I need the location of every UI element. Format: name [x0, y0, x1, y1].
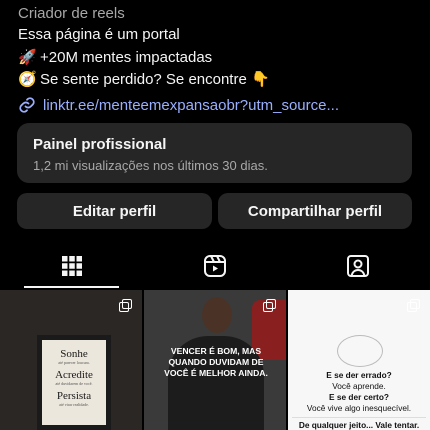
profile-link[interactable]: linktr.ee/menteemexpansaobr?utm_source..…: [18, 96, 412, 114]
quote-line: E se der certo?: [329, 392, 389, 402]
tagged-icon: [346, 254, 369, 277]
edit-profile-button[interactable]: Editar perfil: [17, 193, 212, 229]
professional-dashboard[interactable]: Painel profissional 1,2 mi visualizações…: [17, 123, 412, 183]
framed-quote: Sonhe até parecer loucura. Acredite até …: [37, 335, 111, 430]
bio-line: Essa página é um portal: [18, 24, 412, 46]
frame-subtext: até duvidarem de você.: [55, 381, 93, 386]
frame-subtext: até parecer loucura.: [58, 360, 90, 365]
rocket-icon: 🚀: [18, 48, 37, 66]
grid-icon: [61, 255, 82, 276]
post-quote: E se der errado? Você aprende. E se der …: [292, 370, 426, 430]
profile-tabs: [0, 243, 430, 288]
tab-reels[interactable]: [143, 243, 286, 288]
shirt-text: VENCER É BOM, MAS QUANDO DUVIDAM DE VOCÊ…: [164, 346, 268, 378]
tab-posts-grid[interactable]: [0, 243, 143, 288]
bio-text: +20M mentes impactadas: [40, 49, 213, 66]
frame-word: Sonhe: [60, 348, 88, 360]
reels-icon: [203, 254, 226, 277]
dashboard-subtitle: 1,2 mi visualizações nos últimos 30 dias…: [33, 158, 268, 173]
profile-category: Criador de reels: [18, 5, 125, 22]
carousel-icon: [263, 299, 277, 313]
quote-line: E se der errado?: [326, 370, 392, 380]
active-tab-indicator: [24, 286, 119, 288]
quote-line: Você aprende.: [332, 381, 386, 391]
carousel-icon: [407, 299, 421, 313]
bio-line: 🧭 Se sente perdido? Se encontre 👇: [18, 68, 412, 90]
post-thumbnail[interactable]: VENCER É BOM, MAS QUANDO DUVIDAM DE VOCÊ…: [144, 290, 286, 430]
posts-grid: Sonhe até parecer loucura. Acredite até …: [0, 290, 430, 430]
profile-bio: Criador de reels Essa página é um portal…: [18, 4, 412, 114]
dashboard-title: Painel profissional: [33, 136, 167, 153]
bio-text: Se sente perdido? Se encontre 👇: [40, 71, 270, 88]
tab-tagged[interactable]: [286, 243, 429, 288]
frame-word: Persista: [56, 390, 92, 402]
post-thumbnail[interactable]: Sonhe até parecer loucura. Acredite até …: [0, 290, 142, 430]
share-profile-button[interactable]: Compartilhar perfil: [218, 193, 412, 229]
frame-word: Acredite: [55, 369, 93, 381]
quote-line: Você vive algo inesquecível.: [306, 403, 412, 413]
carousel-icon: [119, 299, 133, 313]
bio-text: Essa página é um portal: [18, 26, 180, 43]
frame-subtext: até virar realidade.: [59, 402, 89, 407]
post-thumbnail[interactable]: E se der errado? Você aprende. E se der …: [288, 290, 430, 430]
person-head: [202, 297, 232, 333]
quote-line: De qualquer jeito... Vale tentar.: [292, 417, 426, 430]
sketch-illustration: [337, 335, 383, 367]
link-icon: [19, 97, 35, 113]
compass-icon: 🧭: [18, 70, 37, 88]
bio-line: 🚀 +20M mentes impactadas: [18, 46, 412, 68]
profile-link-text: linktr.ee/menteemexpansaobr?utm_source..…: [43, 96, 339, 114]
